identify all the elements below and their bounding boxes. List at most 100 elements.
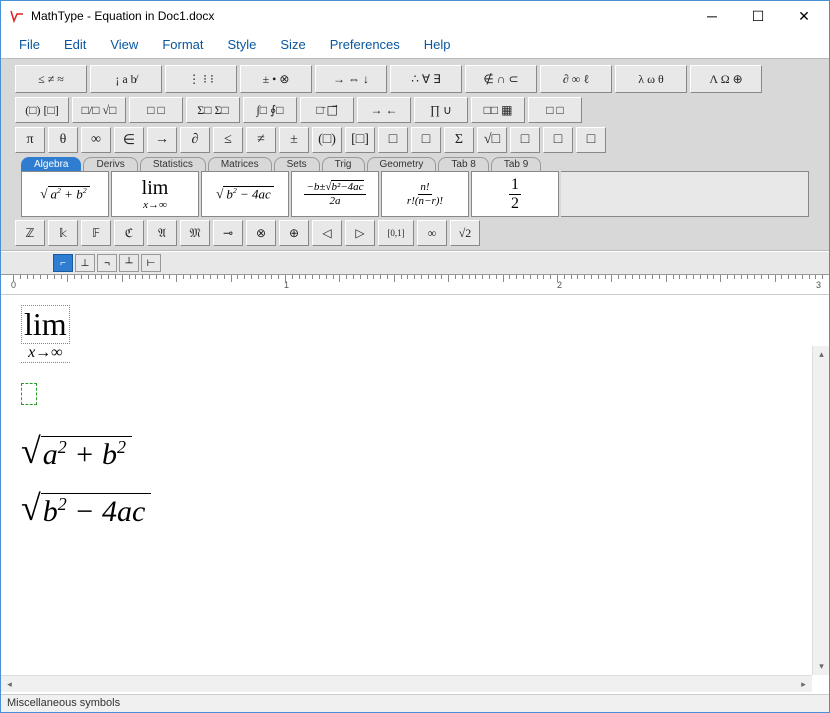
sym-z[interactable]: ℤ	[15, 220, 45, 246]
sym-tri-left[interactable]: ◁	[312, 220, 342, 246]
palette-relations[interactable]: ≤ ≠ ≈	[15, 65, 87, 93]
vertical-scrollbar[interactable]: ▴ ▾	[812, 346, 829, 675]
sym-leq[interactable]: ≤	[213, 127, 243, 153]
palette-matrices[interactable]: □□ ▦	[471, 97, 525, 123]
menu-edit[interactable]: Edit	[52, 33, 98, 56]
equation-sqrt-2[interactable]: √ b2 − 4ac	[21, 490, 809, 529]
equation-editor-canvas[interactable]: lim x→∞ √ a2 + b2 √ b2 − 4ac	[1, 295, 829, 675]
sqrt1-b: b	[102, 438, 117, 471]
scroll-down-icon[interactable]: ▾	[813, 658, 830, 675]
tab-algebra[interactable]: Algebra	[21, 157, 81, 171]
tab-statistics[interactable]: Statistics	[140, 157, 206, 171]
tabstop-decimal[interactable]: ┴	[119, 254, 139, 272]
sym-paren[interactable]: (□)	[312, 127, 342, 153]
tabstop-bar2[interactable]: ⊢	[141, 254, 161, 272]
sym-slot4[interactable]: □	[543, 127, 573, 153]
palette-greek-lower[interactable]: λ ω θ	[615, 65, 687, 93]
palette-sums[interactable]: Σ□ Σ□	[186, 97, 240, 123]
palette-labeled-arrows[interactable]: → ←	[357, 97, 411, 123]
palette-set-theory[interactable]: ∉ ∩ ⊂	[465, 65, 537, 93]
sym-pi[interactable]: π	[15, 127, 45, 153]
sym-infinity[interactable]: ∞	[81, 127, 111, 153]
sym-lollipop[interactable]: ⊸	[213, 220, 243, 246]
proto-half[interactable]: 12	[471, 171, 559, 217]
sym-sqrt2[interactable]: √2	[450, 220, 480, 246]
equation-sqrt-1[interactable]: √ a2 + b2	[21, 433, 809, 472]
proto-empty	[561, 171, 809, 217]
sym-m-frak[interactable]: 𝔐	[180, 220, 210, 246]
tabstop-right[interactable]: ¬	[97, 254, 117, 272]
palette-fences[interactable]: (□) [□]	[15, 97, 69, 123]
tab-sets[interactable]: Sets	[274, 157, 320, 171]
menu-style[interactable]: Style	[215, 33, 268, 56]
sym-slot2[interactable]: □	[411, 127, 441, 153]
menu-view[interactable]: View	[98, 33, 150, 56]
ruler[interactable]: 0 1 2 3	[1, 275, 829, 295]
sym-oplus[interactable]: ⊕	[279, 220, 309, 246]
sym-neq[interactable]: ≠	[246, 127, 276, 153]
proto-pythag[interactable]: √a2 + b2	[21, 171, 109, 217]
tab-geometry[interactable]: Geometry	[367, 157, 437, 171]
sym-interval[interactable]: [0,1]	[378, 220, 414, 246]
sym-sigma[interactable]: Σ	[444, 127, 474, 153]
sym-arrow[interactable]: →	[147, 127, 177, 153]
sym-otimes[interactable]: ⊗	[246, 220, 276, 246]
tab-matrices[interactable]: Matrices	[208, 157, 272, 171]
palette-spaces[interactable]: ¡ a b̸	[90, 65, 162, 93]
palette-fractions[interactable]: □/□ √□	[72, 97, 126, 123]
tab-derivs[interactable]: Derivs	[83, 157, 137, 171]
empty-slot[interactable]	[21, 383, 37, 405]
sym-slot1[interactable]: □	[378, 127, 408, 153]
title-bar: MathType - Equation in Doc1.docx ─ ☐ ✕	[1, 1, 829, 31]
menu-format[interactable]: Format	[150, 33, 215, 56]
horizontal-scrollbar[interactable]: ◂ ▸	[1, 675, 812, 692]
proto-limit[interactable]: limx→∞	[111, 171, 199, 217]
palette-embellish[interactable]: ⋮ ⁝ ⁝	[165, 65, 237, 93]
palette-boxes[interactable]: □ □	[528, 97, 582, 123]
sym-sqrt[interactable]: √□	[477, 127, 507, 153]
tabstop-left[interactable]: ⌐	[53, 254, 73, 272]
scroll-right-icon[interactable]: ▸	[795, 676, 812, 693]
proto-discriminant[interactable]: √b2 − 4ac	[201, 171, 289, 217]
maximize-button[interactable]: ☐	[735, 1, 781, 31]
palette-operators[interactable]: ± • ⊗	[240, 65, 312, 93]
scroll-left-icon[interactable]: ◂	[1, 676, 18, 693]
proto-quadratic[interactable]: −b±√b²−4ac2a	[291, 171, 379, 217]
sym-c[interactable]: ℭ	[114, 220, 144, 246]
palette-arrows[interactable]: → ⇔ ↓	[315, 65, 387, 93]
menu-file[interactable]: File	[7, 33, 52, 56]
sym-f[interactable]: 𝔽	[81, 220, 111, 246]
sym-partial[interactable]: ∂	[180, 127, 210, 153]
close-button[interactable]: ✕	[781, 1, 827, 31]
tabstop-center[interactable]: ⊥	[75, 254, 95, 272]
menu-help[interactable]: Help	[412, 33, 463, 56]
equation-limit[interactable]: lim x→∞	[21, 305, 70, 363]
palette-subscript[interactable]: □ □	[129, 97, 183, 123]
sqrt2-b: b	[43, 495, 58, 528]
sym-pm[interactable]: ±	[279, 127, 309, 153]
palette-products[interactable]: ∏ ∪	[414, 97, 468, 123]
sym-slot5[interactable]: □	[576, 127, 606, 153]
tab-8[interactable]: Tab 8	[438, 157, 488, 171]
palette-greek-upper[interactable]: Λ Ω ⊕	[690, 65, 762, 93]
sym-slot3[interactable]: □	[510, 127, 540, 153]
palette-misc[interactable]: ∂ ∞ ℓ	[540, 65, 612, 93]
sym-element[interactable]: ∈	[114, 127, 144, 153]
sym-tri-right[interactable]: ▷	[345, 220, 375, 246]
sym-theta[interactable]: θ	[48, 127, 78, 153]
menu-size[interactable]: Size	[268, 33, 317, 56]
sym-infty2[interactable]: ∞	[417, 220, 447, 246]
proto-combination[interactable]: n!r!(n−r)!	[381, 171, 469, 217]
status-text: Miscellaneous symbols	[7, 697, 120, 709]
sym-bracket[interactable]: [□]	[345, 127, 375, 153]
menu-preferences[interactable]: Preferences	[318, 33, 412, 56]
palette-logic[interactable]: ∴ ∀ ∃	[390, 65, 462, 93]
palette-integrals[interactable]: ∫□ ∮□	[243, 97, 297, 123]
palette-overbar[interactable]: □̄ □⃗	[300, 97, 354, 123]
minimize-button[interactable]: ─	[689, 1, 735, 31]
tab-trig[interactable]: Trig	[322, 157, 365, 171]
sym-a-frak[interactable]: 𝔄	[147, 220, 177, 246]
sym-k[interactable]: 𝕜	[48, 220, 78, 246]
tab-9[interactable]: Tab 9	[491, 157, 541, 171]
scroll-up-icon[interactable]: ▴	[813, 346, 830, 363]
